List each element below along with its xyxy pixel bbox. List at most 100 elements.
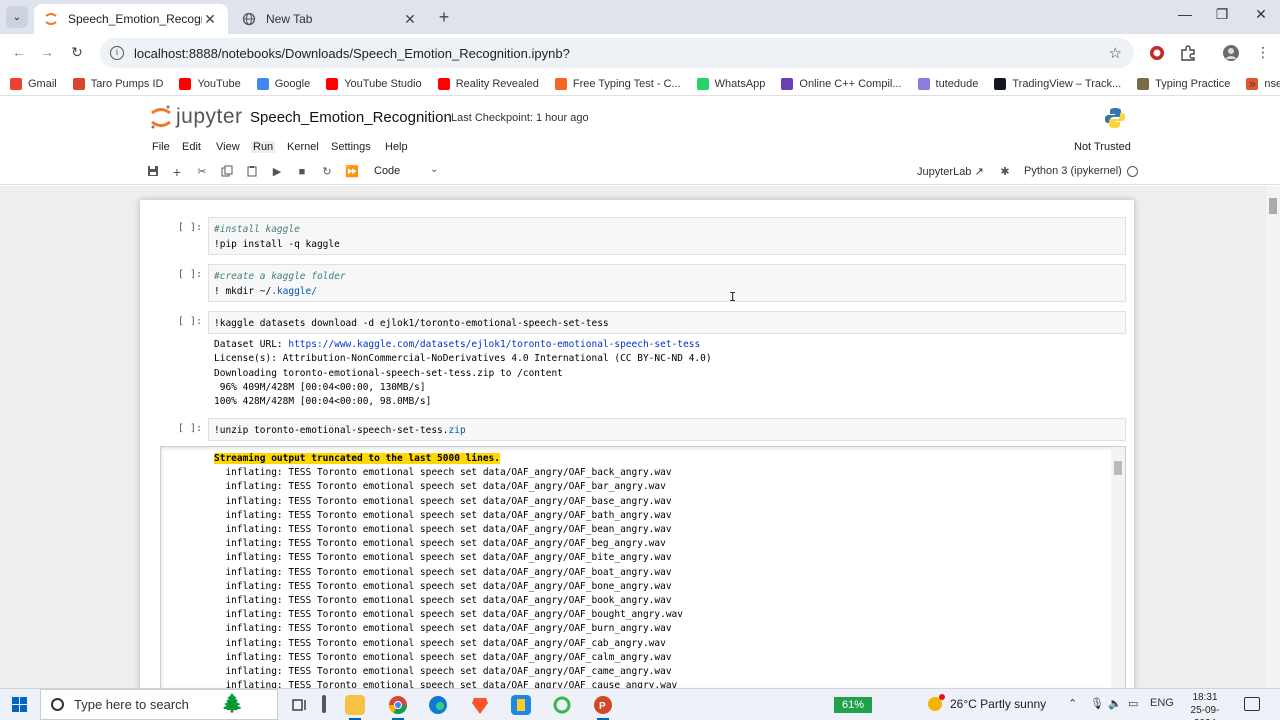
bookmark-item[interactable]: Gmail [10,77,57,90]
browser-menu-dots-icon[interactable]: ⋮ [1254,44,1272,62]
bookmark-item[interactable]: Taro Pumps ID [72,77,163,90]
weather-widget[interactable]: 26°C Partly sunny [928,694,1046,711]
paste-icon[interactable] [245,165,259,179]
bookmark-item[interactable]: Online C++ Compil... [781,77,902,90]
tab-new-tab[interactable]: New Tab ✕ [232,4,428,34]
notebook-toolbar: + ✂ ▶ ■ ↻ ⏩ Code ⌄ JupyterLab ↗ ✱ Python… [0,159,1280,185]
inflating-line: inflating: TESS Toronto emotional speech… [214,566,672,578]
extensions-puzzle-icon[interactable] [1179,44,1197,62]
bookmark-item[interactable]: WhatsApp [696,77,765,90]
menu-help[interactable]: Help [383,141,410,153]
code-cell-mkdir[interactable]: #create a kaggle folder ! mkdir ~/.kaggl… [208,264,1126,302]
page-scrollbar-thumb[interactable] [1269,198,1277,214]
restart-icon[interactable]: ↻ [320,165,334,179]
notification-center-icon[interactable] [1244,697,1260,711]
output-line: 96% 409M/428M [00:04<00:00, 130MB/s] [214,381,426,393]
not-trusted-button[interactable]: Not Trusted [1068,138,1137,156]
extension-red-icon[interactable] [1148,44,1166,62]
task-view-icon[interactable] [290,695,310,715]
cell-prompt: [ ]: [177,222,202,233]
clock[interactable]: 18:31 25-09-2024 [1180,691,1230,720]
code-comment: #install kaggle [214,224,300,235]
fast-forward-icon[interactable]: ⏩ [345,165,359,179]
close-tab-icon[interactable]: ✕ [402,11,418,28]
bookmark-item[interactable]: Reality Revealed [437,77,539,90]
language-indicator[interactable]: ENG [1150,697,1174,709]
tab-speech-emotion[interactable]: Speech_Emotion_Recognition ✕ [34,4,228,34]
brave-icon[interactable] [470,695,490,715]
minimize-icon[interactable]: — [1175,6,1195,22]
jupyter-logo[interactable]: jupyter [150,104,243,130]
powerpoint-icon[interactable]: P [593,695,613,720]
reload-icon[interactable]: ↻ [68,44,86,61]
new-tab-plus-icon[interactable]: + [434,7,454,28]
inflating-line: inflating: TESS Toronto emotional speech… [214,495,672,507]
notes-app-icon[interactable] [511,695,531,715]
kernel-name[interactable]: Python 3 (ipykernel) [1024,165,1122,177]
menu-edit[interactable]: Edit [180,141,203,153]
cell-type-select[interactable]: Code [374,165,400,177]
battery-indicator[interactable]: 61% [834,697,872,713]
menu-run[interactable]: Run [251,141,276,153]
edge-icon[interactable] [428,695,448,715]
more-bookmarks-chevron-icon[interactable]: » [1249,76,1256,91]
close-window-icon[interactable]: ✕ [1251,6,1271,23]
output-scrollbar-thumb[interactable] [1114,461,1122,475]
refresh-app-icon[interactable] [552,695,572,715]
code-cell-download[interactable]: !kaggle datasets download -d ejlok1/toro… [208,311,1126,334]
bookmark-item[interactable]: tutedude [917,77,979,90]
back-arrow-icon[interactable]: ← [10,44,28,60]
bookmark-item[interactable]: YouTube [179,77,241,90]
file-explorer-icon[interactable] [345,695,365,720]
menu-kernel[interactable]: Kernel [285,141,321,153]
cut-icon[interactable]: ✂ [195,165,209,179]
bookmark-item[interactable]: YouTube Studio [326,77,422,90]
chevron-down-icon[interactable]: ⌄ [430,164,438,175]
code-cell-install-kaggle[interactable]: #install kaggle !pip install -q kaggle [208,217,1126,255]
bookmark-label: YouTube Studio [344,77,422,90]
profile-avatar-icon[interactable] [1222,44,1240,62]
run-icon[interactable]: ▶ [270,165,284,179]
bookmark-label: Free Typing Test - C... [572,77,681,90]
stop-icon[interactable]: ■ [295,165,309,179]
bookmark-label: Online C++ Compil... [799,77,902,90]
bookmark-item[interactable]: Typing Practice [1137,77,1230,90]
bookmark-item[interactable]: Google [256,77,310,90]
menu-view[interactable]: View [214,141,242,153]
maximize-icon[interactable]: ❐ [1212,6,1232,23]
unzip-output-scroll-area[interactable]: Streaming output truncated to the last 5… [160,446,1126,690]
forward-arrow-icon[interactable]: → [38,44,56,60]
bookmark-item[interactable]: Free Typing Test - C... [554,77,681,90]
network-icon[interactable]: ▭ [1128,697,1138,710]
save-icon[interactable] [146,165,160,179]
debugger-bug-icon[interactable]: ✱ [998,165,1012,179]
bookmark-star-icon[interactable]: ☆ [1109,44,1122,62]
microphone-icon[interactable]: 🎙 [1090,697,1104,710]
page-scrollbar[interactable] [1266,186,1280,688]
menu-file[interactable]: File [150,141,172,153]
bookmark-label: tutedude [935,77,979,90]
jupyter-header: jupyter Speech_Emotion_Recognition Last … [0,97,1280,137]
site-info-icon[interactable]: i [110,46,124,60]
menu-settings[interactable]: Settings [329,141,373,153]
bookmark-favicon-icon [256,77,269,90]
notebook-title[interactable]: Speech_Emotion_Recognition [250,109,452,126]
speaker-icon[interactable]: 🔈 [1108,697,1122,710]
tab-search-chevron-icon[interactable]: ⌄ [6,6,28,28]
chrome-icon[interactable] [388,695,408,720]
close-tab-icon[interactable]: ✕ [202,11,218,28]
output-scrollbar[interactable] [1111,447,1125,689]
bookmark-item[interactable]: TradingView – Track... [994,77,1121,90]
copy-icon[interactable] [220,165,234,179]
taskbar-search-box[interactable]: Type here to search 🌲 [40,689,278,720]
add-cell-icon[interactable]: + [170,165,184,179]
clock-time: 18:31 [1192,692,1218,703]
windows-start-icon[interactable] [12,697,28,713]
code-cell-unzip[interactable]: !unzip toronto-emotional-speech-set-tess… [208,418,1126,441]
jupyterlab-link[interactable]: JupyterLab ↗ [917,165,984,178]
dataset-url-link[interactable]: https://www.kaggle.com/datasets/ejlok1/t… [288,339,700,350]
inflating-line: inflating: TESS Toronto emotional speech… [214,509,672,521]
code-line: !pip install -q kaggle [214,239,340,250]
show-hidden-icons-chevron-icon[interactable]: ⌃ [1068,697,1077,710]
address-bar[interactable]: i localhost:8888/notebooks/Downloads/Spe… [100,38,1134,68]
